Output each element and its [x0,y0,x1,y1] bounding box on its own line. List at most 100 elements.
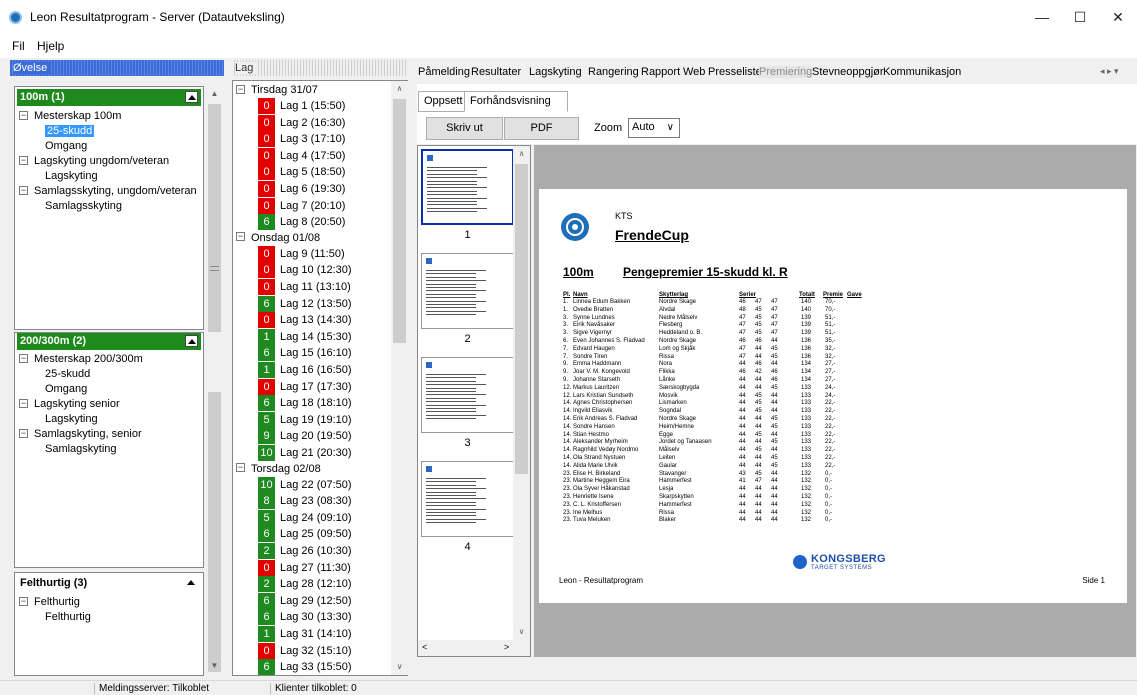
expand-collapse-icon[interactable]: − [236,463,245,473]
expand-collapse-icon[interactable]: − [19,110,28,120]
lag-item[interactable]: 6 Lag 15 (16:10) [258,345,352,362]
lag-item[interactable]: 6 Lag 8 (20:50) [258,214,345,231]
lag-item[interactable]: 0 Lag 9 (11:50) [258,245,345,262]
lag-scrollbar[interactable]: ∧ ∨ [391,81,408,675]
lag-item[interactable]: 1 Lag 14 (15:30) [258,328,352,345]
lag-item[interactable]: 1 Lag 31 (14:10) [258,626,352,642]
lag-item[interactable]: 2 Lag 26 (10:30) [258,543,352,559]
lag-item[interactable]: 0 Lag 5 (18:50) [258,164,345,181]
group-header-200-300m[interactable]: 200/300m (2) [17,333,201,350]
subtab-oppsett[interactable]: Oppsett [418,91,469,112]
tab-premiering[interactable]: Premiering [759,66,813,78]
lag-item[interactable]: 0 Lag 10 (12:30) [258,262,352,279]
lag-item[interactable]: 0 Lag 11 (13:10) [258,279,351,295]
lag-item[interactable]: 2 Lag 28 (12:10) [258,576,352,593]
lag-item[interactable]: 6 Lag 18 (18:10) [258,395,352,412]
day-header[interactable]: − Onsdag 01/08 [236,231,320,246]
lag-item[interactable]: 0 Lag 3 (17:10) [258,131,345,148]
lag-item[interactable]: 5 Lag 19 (19:10) [258,411,352,428]
scroll-left-icon[interactable]: < [422,642,427,652]
scroll-down-icon[interactable]: ∨ [391,659,408,675]
collapse-icon[interactable] [185,577,198,589]
tree-item[interactable]: − Samlagskyting, senior [19,427,143,442]
expand-collapse-icon[interactable]: − [19,155,28,165]
lag-item[interactable]: 10 Lag 22 (07:50) [258,476,352,493]
group-header-felthurtig[interactable]: Felthurtig (3) [17,575,201,592]
lag-item[interactable]: 6 Lag 33 (15:50) [258,659,352,675]
tree-item[interactable]: Samlagsskyting [19,199,197,214]
lag-item[interactable]: 0 Lag 2 (16:30) [258,114,345,131]
menu-fil[interactable]: Fil [12,39,25,53]
tree-item[interactable]: − Lagskyting senior [19,397,143,412]
tab-scroll-icon[interactable]: ◂ ▸ ▾ [1100,66,1119,77]
lag-item[interactable]: 8 Lag 23 (08:30) [258,493,352,510]
expand-collapse-icon[interactable]: − [236,232,245,242]
zoom-select[interactable]: Auto ∨ [628,118,680,138]
expand-collapse-icon[interactable]: − [19,398,28,408]
tree-item[interactable]: − Mesterskap 100m [19,109,197,124]
tree-item[interactable]: 25-skudd [19,367,143,382]
scroll-thumb[interactable] [208,392,221,672]
tab-påmelding[interactable]: Påmelding [418,66,470,78]
scroll-thumb[interactable] [515,164,528,474]
lag-item[interactable]: 0 Lag 27 (11:30) [258,559,351,576]
scroll-up-icon[interactable]: ∧ [513,146,530,162]
scroll-down-icon[interactable]: ▼ [206,658,223,674]
page-thumbnail[interactable] [421,149,514,225]
lag-item[interactable]: 0 Lag 7 (20:10) [258,197,345,214]
tree-item[interactable]: Felthurtig [19,610,91,625]
lag-item[interactable]: 6 Lag 29 (12:50) [258,592,352,609]
page-thumbnail[interactable] [421,461,514,537]
lag-item[interactable]: 0 Lag 32 (15:10) [258,642,352,659]
lag-item[interactable]: 0 Lag 6 (19:30) [258,181,345,197]
tree-item[interactable]: Samlagskyting [19,442,143,457]
expand-collapse-icon[interactable]: − [19,353,28,363]
lag-item[interactable]: 6 Lag 25 (09:50) [258,526,352,543]
expand-collapse-icon[interactable]: − [19,428,28,438]
tab-presseliste[interactable]: Presseliste [708,66,762,78]
minimize-button[interactable]: — [1028,6,1056,28]
group-header-100m[interactable]: 100m (1) [17,89,201,106]
lag-item[interactable]: 0 Lag 4 (17:50) [258,147,345,164]
scroll-up-icon[interactable]: ▲ [206,86,223,102]
tab-resultater[interactable]: Resultater [471,66,521,78]
tree-item[interactable]: − Lagskyting ungdom/veteran [19,154,197,169]
day-header[interactable]: − Tirsdag 31/07 [236,83,318,98]
thumbs-hscrollbar[interactable]: < > [418,640,530,656]
tab-kommunikasjon[interactable]: Kommunikasjon [883,66,961,78]
page-thumbnail[interactable] [421,357,514,433]
tab-rapport[interactable]: Rapport [641,66,680,78]
lag-item[interactable]: 1 Lag 16 (16:50) [258,362,352,378]
expand-collapse-icon[interactable]: − [19,596,28,606]
lag-item[interactable]: 0 Lag 1 (15:50) [258,98,345,114]
pdf-button[interactable]: PDF [504,117,579,140]
subtab-forhandsvisning[interactable]: Forhåndsvisning [464,91,568,112]
scroll-down-icon[interactable]: ∨ [513,624,530,640]
ovelse-scrollbar-lower[interactable]: ▼ [206,332,223,676]
lag-item[interactable]: 0 Lag 17 (17:30) [258,378,352,395]
lag-item[interactable]: 6 Lag 30 (13:30) [258,609,352,626]
day-header[interactable]: − Torsdag 02/08 [236,462,321,477]
thumbs-scrollbar[interactable]: ∧ ∨ [513,146,530,640]
menu-hjelp[interactable]: Hjelp [37,39,64,53]
collapse-icon[interactable] [185,335,198,347]
tree-item[interactable]: Lagskyting [19,169,197,184]
lag-item[interactable]: 10 Lag 21 (20:30) [258,445,352,461]
scroll-right-icon[interactable]: > [504,642,509,652]
tree-item[interactable]: Omgang [19,139,197,154]
tree-item[interactable]: 25-skudd [19,124,197,139]
print-button[interactable]: Skriv ut [426,117,503,140]
close-button[interactable]: ✕ [1104,6,1132,28]
maximize-button[interactable]: ☐ [1066,6,1094,28]
tree-item[interactable]: Lagskyting [19,412,143,427]
ovelse-scrollbar[interactable]: ▲ [206,86,223,474]
tree-item[interactable]: − Felthurtig [19,595,91,610]
tree-item[interactable]: Omgang [19,382,143,397]
tab-stevneoppgjør[interactable]: Stevneoppgjør [812,66,884,78]
scroll-thumb[interactable] [393,99,406,343]
scroll-up-icon[interactable]: ∧ [391,81,408,97]
expand-collapse-icon[interactable]: − [19,185,28,195]
tab-rangering[interactable]: Rangering [588,66,639,78]
lag-item[interactable]: 6 Lag 12 (13:50) [258,295,352,312]
tree-item[interactable]: − Samlagsskyting, ungdom/veteran [19,184,197,199]
